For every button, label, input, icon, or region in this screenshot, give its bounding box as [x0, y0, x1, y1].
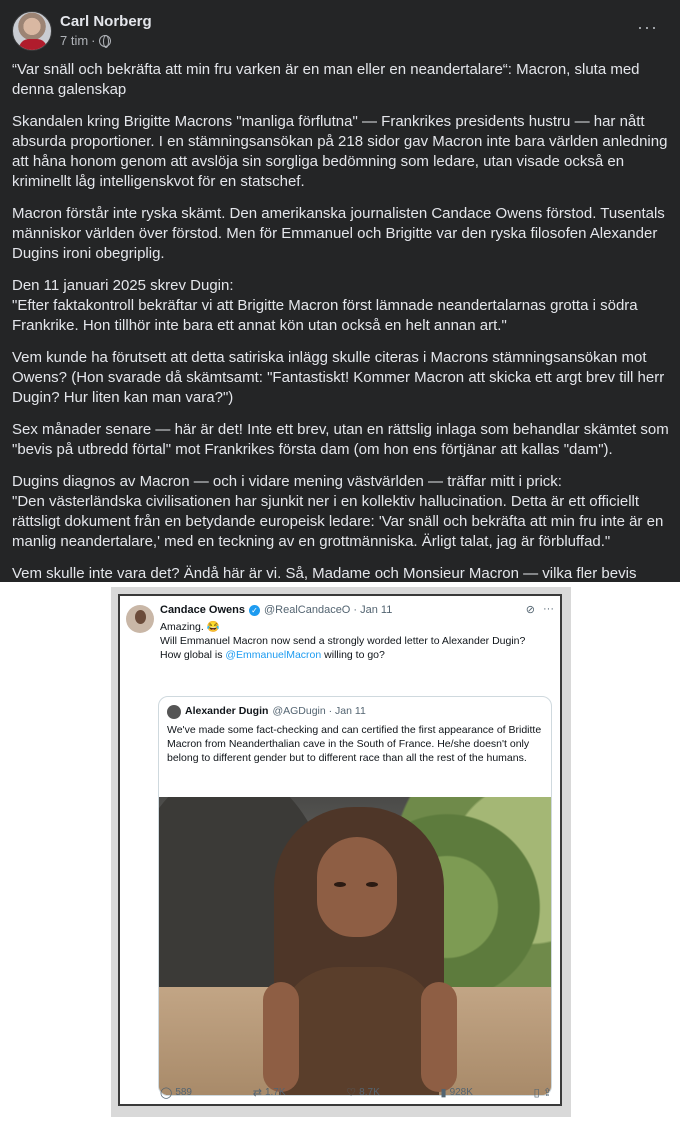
retweet-count: 1.7K — [264, 1086, 286, 1098]
post-image[interactable]: Candace Owens ✓ @RealCandaceO · Jan 11 ⊘… — [0, 582, 680, 1132]
screenshot-frame: Candace Owens ✓ @RealCandaceO · Jan 11 ⊘… — [111, 587, 571, 1117]
grok-icon: ⊘ — [525, 604, 535, 616]
tweet-body: Amazing. 😂 Will Emmanuel Macron now send… — [160, 620, 555, 662]
post-paragraph: Vem kunde ha förutsett att detta satiris… — [12, 349, 665, 406]
post-paragraph: “Var snäll och bekräfta att min fru vark… — [12, 61, 640, 98]
figure-eye — [366, 882, 378, 887]
share-actions: ▯ ⇪ — [534, 1086, 552, 1099]
mention-link: @EmmanuelMacron — [225, 649, 322, 661]
like-count: 8.7K — [359, 1086, 380, 1098]
facebook-post: Carl Norberg 7 tim · ··· “Var snäll och … — [0, 0, 680, 602]
view-count: 928K — [449, 1086, 473, 1098]
quoted-handle: @AGDugin · Jan 11 — [272, 705, 366, 717]
author-avatar[interactable] — [12, 11, 52, 51]
tweet-header: Candace Owens ✓ @RealCandaceO · Jan 11 — [160, 604, 392, 616]
heart-icon: ♡ — [346, 1086, 357, 1099]
post-paragraph: Skandalen kring Brigitte Macrons "manlig… — [12, 113, 668, 190]
tweet-text: willing to go? — [321, 649, 385, 661]
post-meta: 7 tim · — [60, 33, 111, 48]
more-icon: ··· — [543, 603, 554, 615]
tweet-handle: @RealCandaceO · Jan 11 — [263, 604, 393, 616]
tweet-author-name: Candace Owens — [160, 604, 245, 616]
meta-separator: · — [91, 33, 96, 48]
figure-body — [279, 967, 439, 1095]
like-action: ♡ 8.7K — [346, 1086, 379, 1099]
tweet-line: Amazing. 😂 — [160, 621, 220, 633]
views-action: ▮ 928K — [441, 1086, 473, 1099]
more-options-icon[interactable]: ··· — [637, 17, 658, 38]
author-name[interactable]: Carl Norberg — [60, 13, 152, 30]
figure-eye — [334, 882, 346, 887]
post-header: Carl Norberg 7 tim · ··· — [12, 11, 668, 51]
post-text: “Var snäll och bekräfta att min fru vark… — [12, 60, 670, 616]
views-icon: ▮ — [440, 1086, 447, 1099]
reply-icon: ◯ — [160, 1086, 173, 1099]
tweet-line: Will Emmanuel Macron now send a strongly… — [160, 635, 526, 647]
reply-action: ◯ 589 — [160, 1086, 192, 1099]
bookmark-icon: ▯ — [533, 1086, 540, 1099]
quoted-author-name: Alexander Dugin — [185, 705, 269, 717]
quoted-text: We've made some fact-checking and can ce… — [167, 724, 542, 764]
globe-icon — [98, 34, 111, 48]
retweet-action: ⇄ 1.7K — [253, 1086, 286, 1099]
tweet-actions: ◯ 589 ⇄ 1.7K ♡ 8.7K ▮ 928K ▯ ⇪ — [160, 1084, 552, 1100]
tweet-line: How global is @EmmanuelMacron willing to… — [160, 648, 555, 662]
cavewoman-photo — [159, 797, 551, 1095]
post-paragraph: Dugins diagnos av Macron — och i vidare … — [12, 473, 664, 550]
reply-count: 589 — [175, 1086, 192, 1098]
post-time[interactable]: 7 tim — [60, 33, 88, 48]
tweet-screenshot: Candace Owens ✓ @RealCandaceO · Jan 11 ⊘… — [118, 594, 562, 1106]
retweet-icon: ⇄ — [252, 1086, 262, 1099]
figure-arm — [421, 982, 457, 1092]
tweet-text: How global is — [160, 649, 226, 661]
figure-face — [317, 837, 397, 937]
verified-icon: ✓ — [248, 604, 260, 616]
tweet-avatar — [126, 605, 154, 633]
figure-arm — [263, 982, 299, 1092]
post-paragraph: Den 11 januari 2025 skrev Dugin: "Efter … — [12, 277, 638, 334]
tweet-top-icons: ⊘ ··· — [526, 603, 554, 616]
quoted-header: Alexander Dugin @AGDugin · Jan 11 — [185, 705, 366, 717]
post-paragraph: Sex månader senare — här är det! Inte et… — [12, 421, 669, 458]
share-icon: ⇪ — [542, 1086, 552, 1099]
post-paragraph: Macron förstår inte ryska skämt. Den ame… — [12, 205, 665, 262]
quoted-avatar — [167, 705, 181, 719]
quoted-tweet: Alexander Dugin @AGDugin · Jan 11 We've … — [158, 696, 552, 1096]
